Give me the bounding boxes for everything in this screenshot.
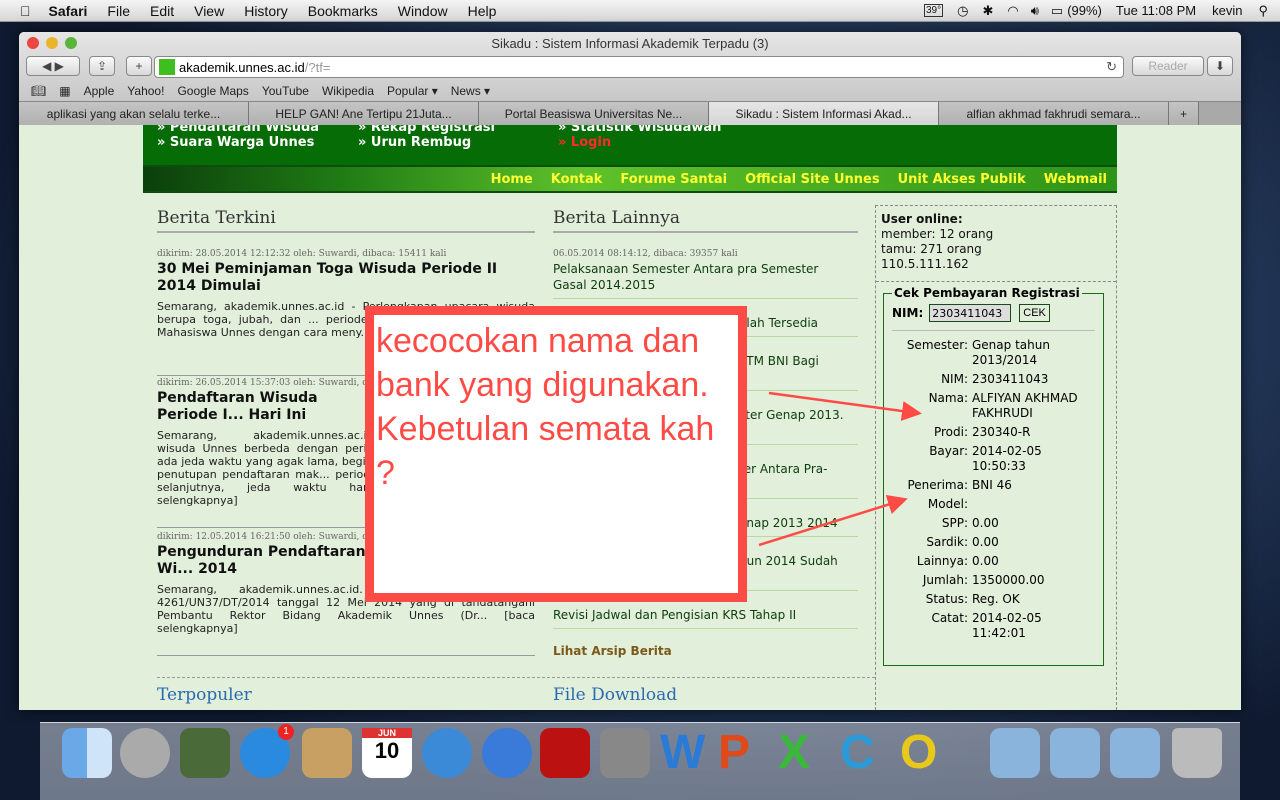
launchpad-icon[interactable]	[120, 728, 170, 778]
time-machine-icon[interactable]: ◷	[957, 3, 968, 19]
url-host: akademik.unnes.ac.id	[179, 59, 305, 75]
arrow-to-penerima	[758, 494, 908, 547]
tab-1[interactable]: aplikasi yang akan selalu terke...	[19, 102, 249, 126]
trash-icon[interactable]	[1172, 728, 1222, 778]
browser-chrome: Sikadu : Sistem Informasi Akademik Terpa…	[19, 32, 1241, 126]
tab-2[interactable]: HELP GAN! Ane Tertipu 21Juta...	[249, 102, 479, 126]
web-page: » Pendaftaran Wisuda » Suara Warga Unnes…	[19, 125, 1241, 710]
spotlight-icon[interactable]: ⚲	[1258, 3, 1268, 19]
menu-app[interactable]: Safari	[49, 3, 88, 19]
downloads-button[interactable]: ⬇	[1207, 56, 1233, 76]
url-path: /?tf=	[304, 59, 331, 75]
user-menu[interactable]: kevin	[1212, 3, 1242, 18]
menu-bookmarks[interactable]: Bookmarks	[308, 3, 378, 19]
battery-icon[interactable]: ▭	[1051, 3, 1063, 19]
reading-list-icon[interactable]: 📖︎	[31, 84, 46, 98]
safari-icon[interactable]	[422, 728, 472, 778]
bookmark-wikipedia[interactable]: Wikipedia	[322, 84, 374, 98]
tab-3[interactable]: Portal Beasiswa Universitas Ne...	[479, 102, 709, 126]
itunes-icon[interactable]	[482, 728, 532, 778]
applications-folder-icon[interactable]	[990, 728, 1040, 778]
bookmark-youtube[interactable]: YouTube	[262, 84, 309, 98]
mission-control-icon[interactable]	[180, 728, 230, 778]
new-tab-button[interactable]: +	[1169, 102, 1199, 126]
bookmarks-bar: 📖︎ ▦ Apple Yahoo! Google Maps YouTube Wi…	[19, 80, 1241, 102]
excel-icon[interactable]: X	[778, 728, 828, 778]
site-favicon	[159, 59, 175, 75]
browser-window: Sikadu : Sistem Informasi Akademik Terpa…	[19, 32, 1241, 710]
menu-view[interactable]: View	[194, 3, 224, 19]
photo-booth-icon[interactable]	[540, 728, 590, 778]
word-icon[interactable]: W	[660, 728, 710, 778]
window-title: Sikadu : Sistem Informasi Akademik Terpa…	[491, 36, 769, 51]
finder-icon[interactable]	[62, 728, 112, 778]
tab-5[interactable]: alfian akhmad fakhrudi semara...	[939, 102, 1169, 126]
documents-folder-icon[interactable]	[1110, 728, 1160, 778]
contacts-icon[interactable]	[302, 728, 352, 778]
address-bar[interactable]: akademik.unnes.ac.id /?tf= ↻	[154, 56, 1124, 78]
add-bookmark-button[interactable]: +	[126, 56, 152, 76]
apple-icon[interactable]: 	[20, 3, 31, 19]
menu-history[interactable]: History	[244, 3, 288, 19]
annotation-arrows	[758, 391, 922, 547]
reader-button[interactable]: Reader	[1132, 56, 1204, 76]
menu-edit[interactable]: Edit	[150, 3, 174, 19]
outlook-icon[interactable]: C	[840, 728, 890, 778]
bookmark-news[interactable]: News ▾	[451, 84, 490, 98]
menu-window[interactable]: Window	[398, 3, 448, 19]
bookmark-apple[interactable]: Apple	[84, 84, 115, 98]
bookmark-yahoo[interactable]: Yahoo!	[127, 84, 164, 98]
share-button[interactable]: ⇪	[89, 56, 115, 76]
temperature-icon[interactable]: 39°	[923, 4, 944, 17]
top-sites-icon[interactable]: ▦	[59, 84, 70, 98]
reload-icon[interactable]: ↻	[1106, 59, 1117, 75]
bookmark-popular[interactable]: Popular ▾	[387, 84, 438, 98]
menu-bar:  Safari File Edit View History Bookmark…	[0, 0, 1280, 22]
wifi-icon[interactable]: ◠	[1007, 3, 1018, 19]
bookmark-google-maps[interactable]: Google Maps	[177, 84, 248, 98]
downloads-folder-icon[interactable]	[1050, 728, 1100, 778]
app-store-badge: 1	[278, 724, 294, 740]
calendar-icon[interactable]: JUN 10	[362, 728, 412, 778]
tab-4[interactable]: Sikadu : Sistem Informasi Akad...	[709, 102, 939, 126]
menu-help[interactable]: Help	[468, 3, 497, 19]
onenote-icon[interactable]: O	[900, 728, 950, 778]
powerpoint-icon[interactable]: P	[718, 728, 768, 778]
menu-file[interactable]: File	[107, 3, 130, 19]
tab-bar: aplikasi yang akan selalu terke... HELP …	[19, 101, 1241, 126]
calendar-day: 10	[374, 738, 400, 763]
back-forward-button[interactable]: ◀ ▶	[26, 56, 80, 76]
system-preferences-icon[interactable]	[600, 728, 650, 778]
calendar-month: JUN	[362, 728, 412, 738]
app-store-icon[interactable]: 1	[240, 724, 294, 778]
arrow-to-nama	[768, 391, 922, 421]
battery-percent: (99%)	[1067, 3, 1102, 18]
bluetooth-icon[interactable]: ✱	[982, 3, 993, 19]
volume-icon[interactable]: 🔊︎	[1031, 3, 1039, 19]
clock[interactable]: Tue 11:08 PM	[1116, 3, 1196, 18]
